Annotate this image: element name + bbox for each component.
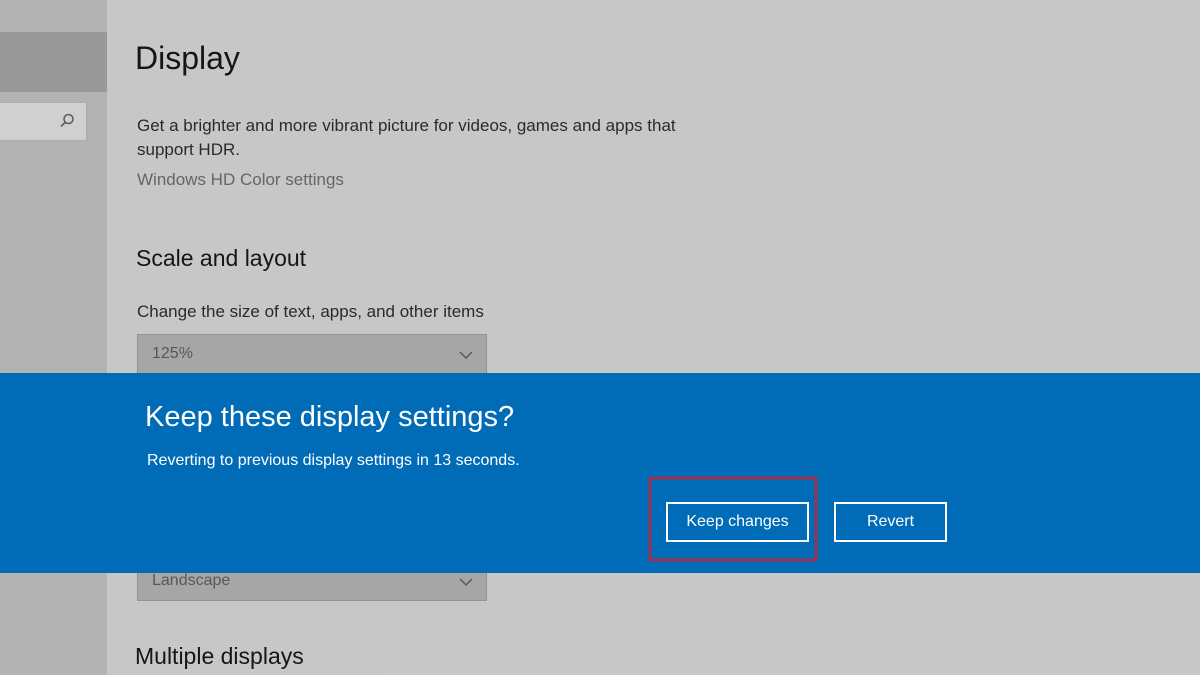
keep-settings-dialog: Keep these display settings? Reverting t…: [0, 373, 1200, 573]
dialog-title: Keep these display settings?: [145, 401, 515, 433]
modal-dim-overlay: [0, 0, 1200, 675]
keep-changes-button[interactable]: Keep changes: [666, 502, 809, 542]
dialog-message: Reverting to previous display settings i…: [147, 452, 520, 469]
revert-button[interactable]: Revert: [834, 502, 947, 542]
